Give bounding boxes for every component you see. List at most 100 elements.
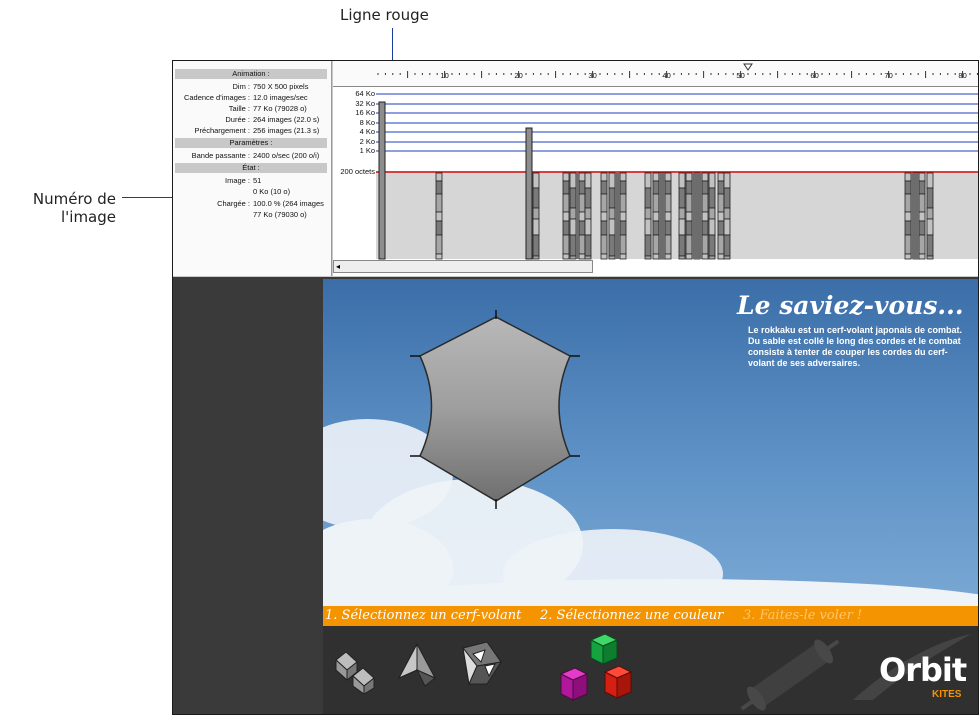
frame-bar xyxy=(685,193,693,213)
frame-block xyxy=(692,173,702,259)
frame-bar xyxy=(708,207,716,220)
size-label-64ko: 64 Ko xyxy=(355,89,375,98)
frame-bar xyxy=(608,172,616,189)
frame-bar xyxy=(717,253,725,260)
frame-bar xyxy=(532,234,540,257)
stat-row-bandwidth: Bande passante :2400 o/sec (200 o/i) xyxy=(191,151,320,160)
kite-spool-icon[interactable] xyxy=(735,636,845,714)
frame-bar xyxy=(926,255,934,260)
bandwidth-graph[interactable]: 10 20 30 40 50 60 70 80 64 Ko 32 Ko 16 Ko 8 Ko … xyxy=(333,61,978,276)
frame-bar xyxy=(678,207,686,220)
frame-bar xyxy=(717,234,725,255)
tetrahedral-kite-icon[interactable] xyxy=(457,640,505,688)
ruler-label: 50 xyxy=(736,71,744,80)
animation-header: Animation : xyxy=(175,69,327,79)
frame-bar xyxy=(701,172,709,182)
green-cube[interactable] xyxy=(589,633,619,665)
frame-bar xyxy=(435,172,443,182)
box-kite-icon[interactable] xyxy=(331,646,381,694)
frame-bar xyxy=(608,255,616,260)
red-cube[interactable] xyxy=(603,665,633,699)
size-label-200o: 200 octets xyxy=(340,167,375,176)
frame-bar xyxy=(435,220,443,236)
magenta-cube[interactable] xyxy=(559,667,589,701)
frame-bar xyxy=(678,218,686,236)
frame-bar xyxy=(664,234,672,255)
frame-bar xyxy=(532,187,540,209)
frame-bar xyxy=(562,234,570,255)
frame-bar xyxy=(685,211,693,222)
frame-bar xyxy=(708,187,716,209)
frame-bar xyxy=(532,218,540,236)
parameters-header: Paramètres : xyxy=(175,138,327,148)
frame-bar xyxy=(678,234,686,257)
frame-bar xyxy=(378,101,386,260)
frame-bar xyxy=(685,220,693,236)
stats-panel: Animation : Dim :750 X 500 pixels Cadenc… xyxy=(173,61,332,276)
stat-row-image: Image :51 xyxy=(224,176,262,185)
size-label-8ko: 8 Ko xyxy=(359,118,375,127)
frame-bar xyxy=(569,255,577,260)
frame-bar xyxy=(717,180,725,195)
frame-bar xyxy=(435,180,443,195)
frame-bar xyxy=(584,218,592,236)
frame-bar xyxy=(652,220,660,236)
stat-row-duration: Durée :264 images (22.0 s) xyxy=(225,115,320,124)
stat-row-loaded-size: 77 Ko (79030 o) xyxy=(253,210,307,219)
frame-bar xyxy=(644,234,652,257)
frame-number-callout-line2: l'image xyxy=(60,208,116,226)
bandwidth-profiler-window: Animation : Dim :750 X 500 pixels Cadenc… xyxy=(172,60,979,715)
frame-bar xyxy=(664,180,672,195)
scroll-left-arrow-icon[interactable]: ◂ xyxy=(336,262,340,272)
frame-bar xyxy=(708,234,716,257)
kite-toolbar: Orbit KITES xyxy=(323,626,978,715)
ruler-label: 80 xyxy=(958,71,966,80)
stat-row-loaded: Chargée :100.0 % (264 images xyxy=(217,199,324,208)
frame-bar xyxy=(904,172,912,182)
frame-bar xyxy=(619,220,627,236)
logo-text: Orbit xyxy=(879,651,967,689)
frame-bar xyxy=(926,187,934,209)
frame-bar xyxy=(918,180,926,195)
step-fly-kite: 3. Faites-le voler ! xyxy=(743,608,863,623)
frame-bar xyxy=(918,193,926,213)
horizontal-scrollbar[interactable]: ◂ xyxy=(333,260,593,273)
step-select-color: 2. Sélectionnez une couleur xyxy=(540,608,724,623)
ruler-label: 20 xyxy=(514,71,522,80)
frame-bar xyxy=(569,218,577,236)
frame-bar xyxy=(717,211,725,222)
frame-bar xyxy=(723,207,731,220)
frame-bar xyxy=(525,127,533,260)
frame-bar xyxy=(918,253,926,260)
frame-bar xyxy=(717,172,725,182)
frame-bar xyxy=(435,253,443,260)
stat-row-preload: Préchargement :256 images (21.3 s) xyxy=(194,126,320,135)
frame-bar xyxy=(664,253,672,260)
delta-kite-icon[interactable] xyxy=(397,642,437,690)
frame-bar xyxy=(608,207,616,220)
frame-bar xyxy=(904,211,912,222)
frame-bar xyxy=(600,234,608,255)
frame-bar xyxy=(584,207,592,220)
frame-bar xyxy=(569,187,577,209)
ruler-label: 30 xyxy=(588,71,596,80)
frame-bar xyxy=(619,172,627,182)
frame-bar xyxy=(600,193,608,213)
stat-row-dim: Dim :750 X 500 pixels xyxy=(232,82,309,91)
frame-bar xyxy=(578,234,586,255)
stat-row-size: Taille :77 Ko (79028 o) xyxy=(228,104,307,113)
stat-row-framerate: Cadence d'images :12.0 images/sec xyxy=(183,93,308,102)
frame-bar xyxy=(708,218,716,236)
movie-stage: Le saviez-vous... Le rokkaku est un cerf… xyxy=(323,279,978,715)
frame-bar xyxy=(664,193,672,213)
frame-bar xyxy=(904,253,912,260)
frame-bar xyxy=(532,207,540,220)
stat-row-image-size: 0 Ko (10 o) xyxy=(253,187,291,196)
frame-bar xyxy=(562,193,570,213)
fact-title: Le saviez-vous... xyxy=(737,291,964,320)
color-cubes-icon[interactable] xyxy=(555,632,647,715)
rokkaku-kite[interactable] xyxy=(398,309,598,524)
frame-bar xyxy=(685,253,693,260)
frame-bar xyxy=(723,218,731,236)
frame-bar xyxy=(619,193,627,213)
